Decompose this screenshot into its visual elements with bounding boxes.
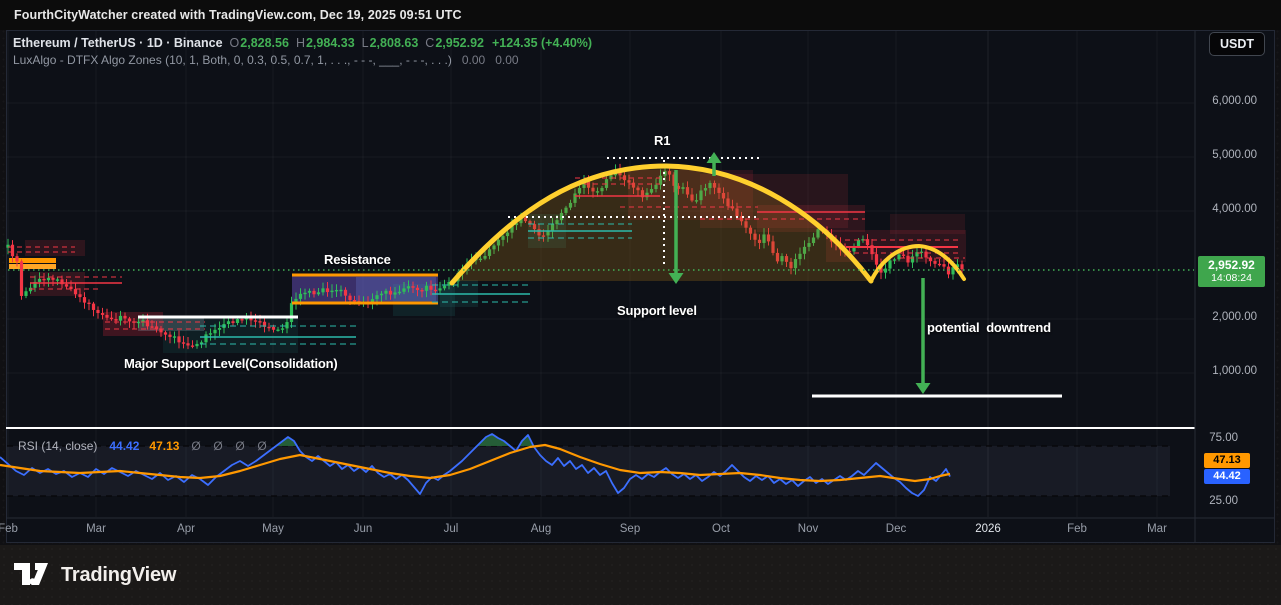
annotation-support-level[interactable]: Support level: [617, 303, 697, 318]
rsi-value-chip: 44.42: [1204, 469, 1250, 484]
tradingview-logo-icon[interactable]: [13, 562, 53, 588]
rsi-axis-label: 25.00: [1178, 495, 1238, 507]
time-axis-label: Mar: [1129, 523, 1185, 535]
last-price-label: 2,952.92 14:08:24: [1198, 256, 1265, 287]
annotation-major-support[interactable]: Major Support Level(Consolidation): [124, 356, 337, 371]
ohlc-value: 2,952.92: [435, 36, 484, 50]
legend-indicator-row[interactable]: LuxAlgo - DTFX Algo Zones (10, 1, Both, …: [13, 53, 519, 67]
rsi-value-chip: 47.13: [1204, 453, 1250, 468]
time-axis-label: Dec: [868, 523, 924, 535]
tradingview-brand-text[interactable]: TradingView: [61, 564, 176, 587]
bar-countdown: 14:08:24: [1198, 272, 1265, 285]
time-axis[interactable]: FebMarAprMayJunJulAugSepOctNovDec2026Feb…: [6, 518, 1274, 543]
time-axis-label: Feb: [1049, 523, 1105, 535]
price-axis-label: 1,000.00: [1177, 365, 1257, 377]
time-axis-label: May: [245, 523, 301, 535]
price-change: +124.35 (+4.40%): [492, 36, 592, 50]
rsi-indicator-name: RSI (14, close): [18, 439, 97, 453]
rsi-ma-value: 47.13: [149, 439, 179, 453]
annotation-resistance[interactable]: Resistance: [324, 252, 391, 267]
footer-bar: TradingView: [0, 545, 1281, 605]
time-axis-label: Jul: [423, 523, 479, 535]
price-axis-label: 6,000.00: [1177, 95, 1257, 107]
rsi-value: 44.42: [109, 439, 139, 453]
price-axis-label: 2,000.00: [1177, 311, 1257, 323]
indicator-value-2: 0.00: [495, 53, 518, 67]
time-axis-label: Nov: [780, 523, 836, 535]
time-axis-label: Apr: [158, 523, 214, 535]
ohlc-value: 2,808.63: [370, 36, 419, 50]
indicator-title: LuxAlgo - DTFX Algo Zones (10, 1, Both, …: [13, 53, 452, 67]
time-axis-label: Mar: [68, 523, 124, 535]
time-axis-label: Sep: [602, 523, 658, 535]
symbol-title: Ethereum / TetherUS · 1D · Binance: [13, 36, 223, 50]
price-axis-label: 4,000.00: [1177, 203, 1257, 215]
time-axis-label: 2026: [960, 523, 1016, 535]
time-axis-label: Jun: [335, 523, 391, 535]
time-axis-label: Oct: [693, 523, 749, 535]
ohlc-label: L: [362, 36, 369, 50]
rsi-empty-placeholders: Ø Ø Ø Ø: [191, 439, 268, 453]
legend-symbol-row[interactable]: Ethereum / TetherUS · 1D · Binance O2,82…: [13, 36, 592, 50]
price-axis-label: 5,000.00: [1177, 149, 1257, 161]
rsi-legend-row[interactable]: RSI (14, close) 44.42 47.13 Ø Ø Ø Ø: [18, 439, 269, 453]
time-axis-label: Aug: [513, 523, 569, 535]
ohlc-label: O: [230, 36, 240, 50]
ohlc-value: 2,828.56: [240, 36, 289, 50]
rsi-axis-label: 75.00: [1178, 432, 1238, 444]
indicator-value-1: 0.00: [462, 53, 485, 67]
ohlc-label: H: [296, 36, 305, 50]
ohlc-label: C: [425, 36, 434, 50]
annotation-potential-downtrend[interactable]: potential downtrend: [927, 320, 1051, 335]
time-axis-label: Feb: [0, 523, 36, 535]
legend-ohlc: O2,828.56 H2,984.33 L2,808.63 C2,952.92: [223, 36, 484, 50]
last-price-value: 2,952.92: [1198, 258, 1265, 272]
attribution-bar: FourthCityWatcher created with TradingVi…: [0, 0, 1281, 30]
ohlc-value: 2,984.33: [306, 36, 355, 50]
annotation-r1[interactable]: R1: [654, 133, 670, 148]
